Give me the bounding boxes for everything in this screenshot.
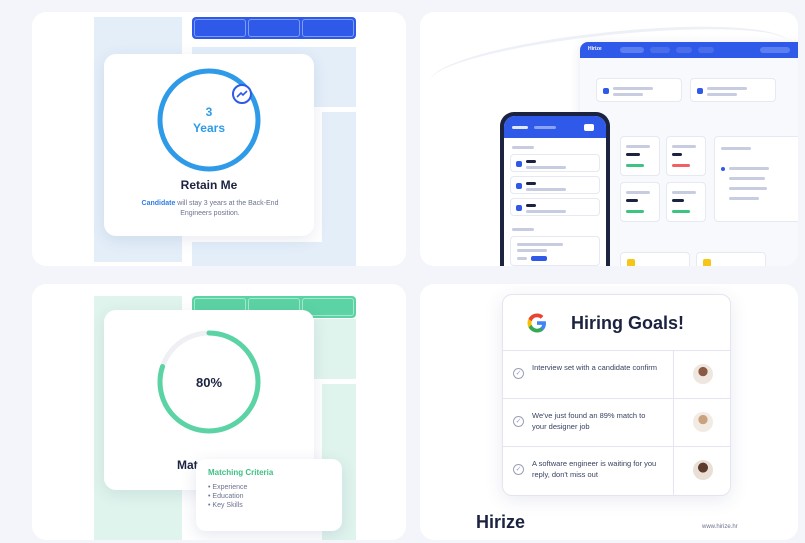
matching-criteria-panel: Matching Criteria Experience Education K…: [196, 459, 342, 531]
tab: [302, 19, 354, 37]
goal-row: ✓ Interview set with a candidate confirm: [503, 351, 730, 399]
phone-navbar: [504, 116, 606, 138]
retain-description: Candidate will stay 3 years at the Back-…: [130, 199, 290, 219]
tab-bar: [192, 17, 356, 39]
match-ring: 80%: [157, 330, 261, 434]
background-block: [192, 242, 356, 266]
dashboard-card: Hirize: [420, 12, 798, 266]
criteria-item: Key Skills: [208, 501, 330, 510]
goal-row: ✓ A software engineer is waiting for you…: [503, 447, 730, 495]
background-block: [322, 112, 356, 242]
goal-text: We've just found an 89% match to your de…: [532, 411, 646, 431]
goals-header: Hiring Goals!: [503, 295, 730, 351]
goals-card: Hiring Goals! ✓ Interview set with a can…: [420, 284, 798, 540]
retain-title: Retain Me: [180, 178, 238, 192]
dashboard-navbar: Hirize: [580, 42, 798, 58]
check-circle-icon: ✓: [513, 416, 524, 427]
ring-unit: Years: [193, 121, 225, 135]
goal-text: Interview set with a candidate confirm: [532, 363, 658, 372]
tab: [248, 19, 300, 37]
goal-row: ✓ We've just found an 89% match to your …: [503, 399, 730, 447]
retain-ring: 3 Years: [157, 68, 261, 172]
google-icon: [527, 313, 546, 333]
retain-card: 3 Years Retain Me Candidate will stay 3 …: [32, 12, 406, 266]
website-url: www.hirize.hr: [702, 524, 738, 530]
description-highlight: Candidate: [141, 200, 176, 207]
criteria-item: Education: [208, 492, 330, 501]
goals-title: Hiring Goals!: [571, 313, 685, 333]
avatar: [693, 460, 713, 480]
criteria-title: Matching Criteria: [208, 468, 274, 477]
check-circle-icon: ✓: [513, 464, 524, 475]
trend-up-icon: [232, 84, 252, 104]
avatar: [693, 412, 713, 432]
description-text: will stay 3 years at the Back-End Engine…: [175, 200, 279, 217]
match-percent: 80%: [196, 375, 222, 390]
tab: [194, 19, 246, 37]
brand-logo: Hirize: [476, 512, 526, 532]
check-circle-icon: ✓: [513, 368, 524, 379]
goal-text: A software engineer is waiting for you r…: [532, 459, 657, 479]
match-card: 80% Match Rate Matching Criteria Experie…: [32, 284, 406, 540]
dashboard-window: Hirize: [580, 42, 798, 266]
phone-screen: [504, 116, 606, 266]
avatar: [693, 364, 713, 384]
retain-panel: 3 Years Retain Me Candidate will stay 3 …: [104, 54, 314, 236]
ring-value: 3: [206, 105, 213, 119]
hiring-goals-panel: Hiring Goals! ✓ Interview set with a can…: [502, 294, 731, 496]
nav-logo: Hirize: [588, 46, 602, 52]
criteria-item: Experience: [208, 483, 330, 492]
phone-mockup: [500, 112, 610, 266]
